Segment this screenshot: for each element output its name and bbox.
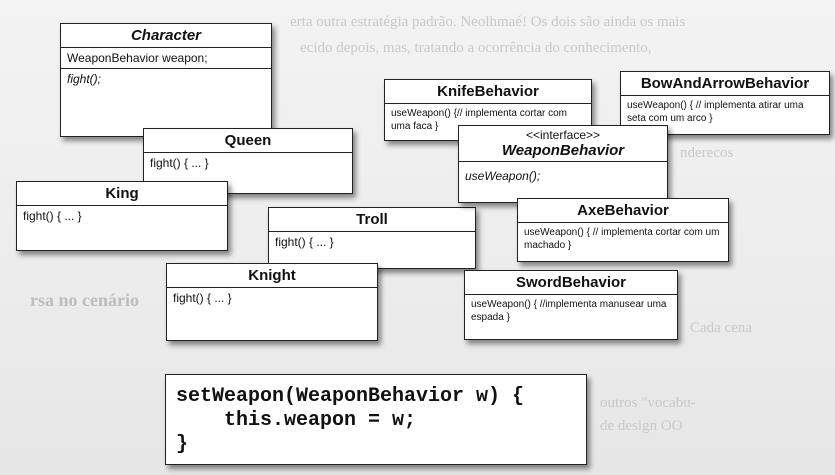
code-line-1: setWeapon(WeaponBehavior w) { [176,385,525,408]
king-class-name: King [17,182,227,206]
bow-behavior-method: useWeapon() { // implementa atirar uma s… [627,100,804,124]
knight-class-box: Knight fight() { ... } [166,263,378,341]
bow-behavior-name: BowAndArrowBehavior [621,72,829,96]
set-weapon-code-box: setWeapon(WeaponBehavior w) { this.weapo… [165,374,587,465]
code-line-3: } [176,433,189,456]
character-class-name: Character [61,24,271,48]
troll-class-name: Troll [269,208,475,232]
character-class-box: Character WeaponBehavior weapon; fight()… [60,23,272,137]
weapon-behavior-interface-box: <<interface>> WeaponBehavior useWeapon()… [458,125,668,203]
character-method: fight(); [67,72,102,86]
troll-method: fight() { ... } [275,235,334,249]
knife-behavior-name: KnifeBehavior [385,80,591,104]
troll-class-box: Troll fight() { ... } [268,207,476,269]
sword-behavior-box: SwordBehavior useWeapon() { //implementa… [464,270,678,340]
queen-class-name: Queen [144,129,352,153]
code-line-2: this.weapon = w; [176,409,417,432]
queen-method: fight() { ... } [150,156,209,170]
sword-behavior-name: SwordBehavior [465,271,677,295]
character-field: WeaponBehavior weapon; [61,48,271,69]
king-class-box: King fight() { ... } [16,181,228,251]
axe-behavior-box: AxeBehavior useWeapon() { // implementa … [517,198,729,262]
sword-behavior-method: useWeapon() { //implementa manusear uma … [471,299,667,323]
weapon-behavior-method: useWeapon(); [465,169,541,183]
interface-stereotype: <<interface>> [525,128,601,142]
weapon-behavior-name: WeaponBehavior [501,142,625,159]
king-method: fight() { ... } [23,209,82,223]
knight-class-name: Knight [167,264,377,288]
axe-behavior-name: AxeBehavior [518,199,728,223]
axe-behavior-method: useWeapon() { // implementa cortar com u… [524,227,720,251]
knight-method: fight() { ... } [173,291,232,305]
